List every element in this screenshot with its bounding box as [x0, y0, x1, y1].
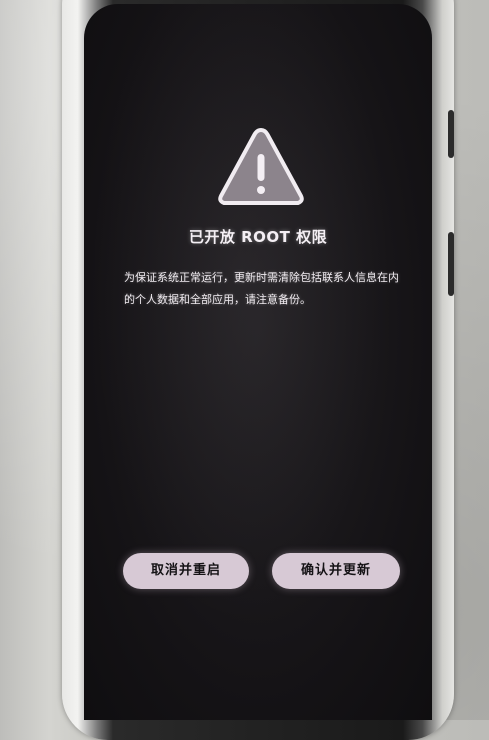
cancel-and-restart-button[interactable]: 取消并重启 — [123, 553, 249, 589]
side-button-upper — [448, 110, 454, 158]
confirm-and-update-button[interactable]: 确认并更新 — [272, 553, 400, 589]
warning-triangle-icon — [218, 128, 304, 205]
dialog-message: 为保证系统正常运行，更新时需清除包括联系人信息在内的个人数据和全部应用，请注意备… — [124, 271, 399, 306]
phone-screen: 已开放 ROOT 权限 为保证系统正常运行，更新时需清除包括联系人信息在内的个人… — [84, 4, 432, 720]
screen-glare — [84, 4, 432, 720]
side-button-lower — [448, 232, 454, 296]
dialog-title: 已开放 ROOT 权限 — [188, 228, 328, 246]
